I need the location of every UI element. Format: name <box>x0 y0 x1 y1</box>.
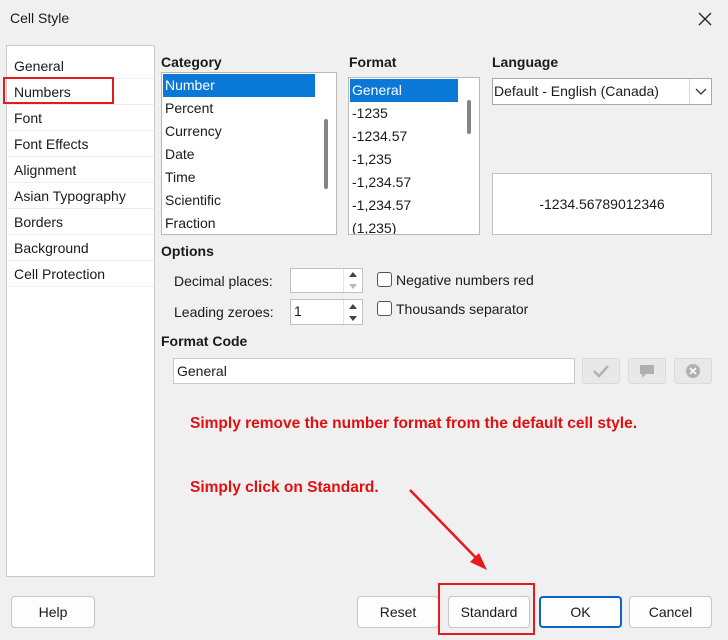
chevron-down-icon[interactable] <box>689 79 711 104</box>
increment-button[interactable] <box>344 269 362 281</box>
thousands-separator-checkbox[interactable] <box>377 301 392 316</box>
sidebar-item-alignment[interactable]: Alignment <box>8 157 154 183</box>
category-item-percent[interactable]: Percent <box>163 97 315 120</box>
comment-icon <box>640 364 654 378</box>
format-item[interactable]: General <box>350 79 458 102</box>
negative-numbers-red-checkbox[interactable] <box>377 272 392 287</box>
delete-icon <box>686 364 700 378</box>
title-bar <box>0 0 728 40</box>
sidebar-item-general[interactable]: General <box>8 53 154 79</box>
reset-button[interactable]: Reset <box>357 596 439 628</box>
sidebar-item-cell-protection[interactable]: Cell Protection <box>8 261 154 287</box>
sidebar-item-borders[interactable]: Borders <box>8 209 154 235</box>
leading-zeroes-input[interactable]: 1 <box>291 300 343 324</box>
checkmark-icon <box>593 365 609 378</box>
format-item[interactable]: -1,234.57 <box>350 194 458 217</box>
thousands-separator-label: Thousands separator <box>396 301 529 317</box>
annotation-arrow <box>409 489 487 570</box>
format-item[interactable]: -1234.57 <box>350 125 458 148</box>
language-select-value: Default - English (Canada) <box>494 83 659 99</box>
chevron-down-icon <box>349 283 357 289</box>
cancel-button[interactable]: Cancel <box>629 596 712 628</box>
numbers-highlight-box <box>3 77 114 104</box>
category-item-date[interactable]: Date <box>163 143 315 166</box>
language-select[interactable]: Default - English (Canada) <box>492 78 712 105</box>
format-item[interactable]: -1,235 <box>350 148 458 171</box>
category-item-fraction[interactable]: Fraction <box>163 212 315 234</box>
accept-button[interactable] <box>582 358 620 384</box>
negative-numbers-red-label: Negative numbers red <box>396 272 534 288</box>
ok-button[interactable]: OK <box>539 596 622 628</box>
decimal-places-input[interactable] <box>291 269 343 292</box>
category-item-currency[interactable]: Currency <box>163 120 315 143</box>
delete-button[interactable] <box>674 358 712 384</box>
close-button[interactable] <box>689 4 721 34</box>
leading-zeroes-label: Leading zeroes: <box>174 304 274 320</box>
category-item-scientific[interactable]: Scientific <box>163 189 315 212</box>
format-item[interactable]: (1,235) <box>350 217 458 234</box>
preview-value: -1234.56789012346 <box>539 196 665 212</box>
close-icon <box>698 12 712 26</box>
chevron-up-icon <box>349 272 357 278</box>
sidebar-item-font[interactable]: Font <box>8 105 154 131</box>
help-button[interactable]: Help <box>11 596 95 628</box>
sidebar: General Numbers Font Font Effects Alignm… <box>6 45 155 577</box>
decimal-places-stepper[interactable] <box>290 268 363 293</box>
language-heading: Language <box>492 54 559 70</box>
category-heading: Category <box>161 54 222 70</box>
format-scrollbar-thumb[interactable] <box>467 100 471 134</box>
comment-button[interactable] <box>628 358 666 384</box>
decrement-button[interactable] <box>344 281 362 293</box>
decrement-button[interactable] <box>344 312 362 324</box>
sidebar-item-asian-typography[interactable]: Asian Typography <box>8 183 154 209</box>
annotation-line-1: Simply remove the number format from the… <box>190 415 638 432</box>
format-item[interactable]: -1235 <box>350 102 458 125</box>
format-item[interactable]: -1,234.57 <box>350 171 458 194</box>
format-heading: Format <box>349 54 397 70</box>
format-list[interactable]: General -1235 -1234.57 -1,235 -1,234.57 … <box>348 77 480 235</box>
format-code-input[interactable]: General <box>173 358 575 384</box>
chevron-down-icon <box>349 315 357 321</box>
increment-button[interactable] <box>344 300 362 312</box>
category-list[interactable]: Number Percent Currency Date Time Scient… <box>161 72 337 235</box>
window-title: Cell Style <box>10 10 70 26</box>
format-code-heading: Format Code <box>161 333 248 349</box>
chevron-up-icon <box>349 303 357 309</box>
standard-highlight-box <box>438 583 535 635</box>
format-preview: -1234.56789012346 <box>492 173 712 235</box>
category-scrollbar-thumb[interactable] <box>324 119 328 189</box>
sidebar-item-font-effects[interactable]: Font Effects <box>8 131 154 157</box>
sidebar-item-background[interactable]: Background <box>8 235 154 261</box>
category-item-time[interactable]: Time <box>163 166 315 189</box>
category-item-number[interactable]: Number <box>163 74 315 97</box>
leading-zeroes-stepper[interactable]: 1 <box>290 299 363 325</box>
decimal-places-label: Decimal places: <box>174 273 273 289</box>
annotation-line-2: Simply click on Standard. <box>190 479 379 496</box>
options-heading: Options <box>161 243 214 259</box>
